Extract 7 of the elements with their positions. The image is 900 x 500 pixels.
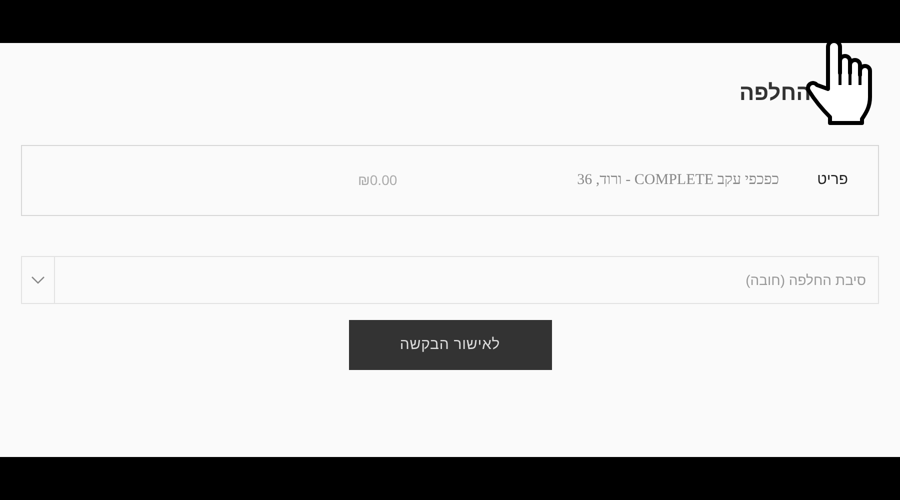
submit-button[interactable]: לאישור הבקשה: [348, 320, 552, 370]
product-price: ₪0.00: [358, 171, 398, 190]
chevron-down-icon: [31, 276, 45, 284]
page-heading: החלפה: [739, 78, 811, 106]
product-name: כפכפי עקב COMPLETE - ורוד, 36: [577, 171, 780, 190]
select-placeholder: סיבת החלפה (חובה): [744, 270, 866, 290]
item-label: פריט: [817, 170, 848, 190]
